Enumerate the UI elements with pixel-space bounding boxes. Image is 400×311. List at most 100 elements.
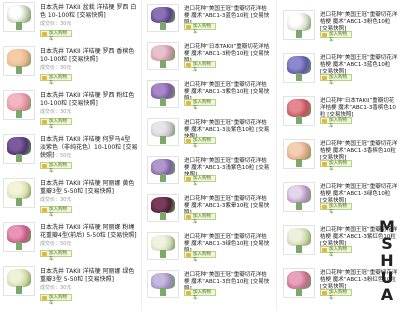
add-to-cart-button[interactable]: 加入购物车 bbox=[320, 289, 352, 301]
product-thumbnail[interactable] bbox=[283, 10, 315, 40]
product-title-link[interactable]: 日本洗井 TAKII 洋桔梗 阿丽娜 粉绳花重瓣4型(前后) 5-50粒 [交易… bbox=[40, 224, 138, 240]
cart-icon bbox=[322, 291, 327, 295]
product-thumbnail[interactable] bbox=[283, 268, 315, 298]
add-to-cart-button[interactable]: 加入购物车 bbox=[40, 30, 72, 42]
add-to-cart-button[interactable]: 加入购物车 bbox=[40, 294, 72, 306]
product-thumbnail[interactable] bbox=[283, 182, 315, 212]
product-thumbnail[interactable] bbox=[147, 42, 179, 70]
add-to-cart-label: 加入购物车 bbox=[49, 251, 67, 262]
product-thumbnail[interactable] bbox=[283, 139, 315, 169]
add-to-cart-label: 加入购物车 bbox=[329, 247, 347, 258]
add-to-cart-button[interactable]: 加入购物车 bbox=[40, 206, 72, 218]
product-thumbnail[interactable] bbox=[283, 53, 315, 83]
cart-icon bbox=[186, 63, 191, 67]
add-to-cart-label: 加入购物车 bbox=[193, 252, 211, 263]
add-to-cart-button[interactable]: 加入购物车 bbox=[320, 160, 352, 172]
flower-image bbox=[7, 93, 31, 111]
product-title-link[interactable]: 日本洗井 TAKII 洋桔梗 阿丽娜 绿色重瓣3型 5-50粒 [交易快照] bbox=[40, 268, 138, 284]
add-to-cart-label: 加入购物车 bbox=[329, 32, 347, 43]
product-thumbnail[interactable] bbox=[147, 194, 179, 222]
stem bbox=[160, 98, 166, 106]
product-price: 成交价：50元 bbox=[40, 241, 72, 247]
add-to-cart-button[interactable]: 加入购物车 bbox=[184, 251, 216, 263]
product-title-link[interactable]: 进口花种“美国王冠”重瓣切花洋桔梗 魔术“ABC1-3粉色10粒 [交易快照] bbox=[320, 12, 398, 33]
product-title-link[interactable]: 日本洗井 TAKII 洋桔梗 罗西 粉红色 10-100粒 [交易快照] bbox=[40, 92, 138, 108]
product-thumbnail[interactable] bbox=[3, 90, 35, 120]
flower-image bbox=[151, 45, 175, 61]
flower-image bbox=[151, 121, 175, 137]
product-thumbnail[interactable] bbox=[147, 270, 179, 298]
add-to-cart-button[interactable]: 加入购物车 bbox=[320, 246, 352, 258]
cart-icon bbox=[322, 248, 327, 252]
flower-image bbox=[287, 228, 311, 246]
stem bbox=[160, 212, 166, 220]
add-to-cart-button[interactable]: 加入购物车 bbox=[184, 137, 216, 149]
cart-icon bbox=[42, 296, 47, 300]
product-thumbnail[interactable] bbox=[3, 2, 35, 32]
product-item: 进口花种“美国王冠”重瓣切花洋桔梗 魔术“ABC1-3白色10粒 [交易快照]加… bbox=[144, 268, 272, 304]
add-to-cart-button[interactable]: 加入购物车 bbox=[184, 61, 216, 73]
add-to-cart-label: 加入购物车 bbox=[193, 214, 211, 225]
add-to-cart-button[interactable]: 加入购物车 bbox=[40, 74, 72, 86]
product-thumbnail[interactable] bbox=[3, 134, 35, 164]
product-title-link[interactable]: 进口花种“美国王冠”重瓣切花洋桔梗 魔术“ABC1-3香槟色10粒 [交易快照] bbox=[320, 141, 398, 162]
product-thumbnail[interactable] bbox=[147, 118, 179, 146]
product-title-link[interactable]: 日本洗井 TAKII 洋桔梗 罗西 香槟色 10-100粒 [交易快照] bbox=[40, 48, 138, 64]
add-to-cart-label: 加入购物车 bbox=[49, 207, 67, 218]
product-thumbnail[interactable] bbox=[3, 178, 35, 208]
cart-icon bbox=[322, 76, 327, 80]
product-title-link[interactable]: 进口花种“日本TAKII”重瓣切花洋桔梗 魔术“ABC1-3香槟色10粒 [交易… bbox=[320, 98, 398, 119]
cart-icon bbox=[322, 33, 327, 37]
product-title-link[interactable]: 进口花种“美国王冠”重瓣切花洋桔梗 魔术“ABC1-3绿色10粒 [交易快照] bbox=[320, 184, 398, 205]
product-item: 进口花种“美国王冠”重瓣切花洋桔梗 魔术“ABC1-3粉色10粒 [交易快照] 加… bbox=[280, 8, 400, 49]
flower-image bbox=[7, 137, 31, 155]
add-to-cart-button[interactable]: 加入购物车 bbox=[184, 213, 216, 225]
watermark-letter: H bbox=[380, 251, 394, 270]
product-item: 日本洗井 TAKII 洋桔梗 罗西 粉红色 10-100粒 [交易快照] 成交价：… bbox=[0, 88, 140, 130]
product-thumbnail[interactable] bbox=[147, 156, 179, 184]
add-to-cart-label: 加入购物车 bbox=[329, 290, 347, 301]
stem bbox=[16, 242, 22, 250]
add-to-cart-button[interactable]: 加入购物车 bbox=[184, 175, 216, 187]
product-thumbnail[interactable] bbox=[3, 222, 35, 252]
product-title-link[interactable]: 进口花种“美国王冠”重瓣切花洋桔梗 魔术“ABC1-3蓝色10粒 [交易快照] bbox=[320, 55, 398, 76]
add-to-cart-button[interactable]: 加入购物车 bbox=[40, 250, 72, 262]
flower-image bbox=[151, 197, 175, 213]
add-to-cart-label: 加入购物车 bbox=[193, 138, 211, 149]
stem bbox=[16, 286, 22, 294]
flower-image bbox=[151, 7, 175, 23]
add-to-cart-button[interactable]: 加入购物车 bbox=[320, 74, 352, 86]
add-to-cart-button[interactable]: 加入购物车 bbox=[320, 117, 352, 129]
product-thumbnail[interactable] bbox=[3, 266, 35, 296]
product-thumbnail[interactable] bbox=[147, 80, 179, 108]
product-thumbnail[interactable] bbox=[147, 4, 179, 32]
product-thumbnail[interactable] bbox=[283, 225, 315, 255]
product-item: 日本洗井 TAKII 盆栽 洋桔梗 罗西 白色 10-100粒 [交易快照] 成交… bbox=[0, 0, 140, 42]
product-price: 成交价：30元 bbox=[40, 109, 72, 115]
add-to-cart-label: 加入购物车 bbox=[193, 100, 211, 111]
product-item: 进口花种“日本TAKII”重瓣切花洋桔梗 魔术“ABC1-3粉色10粒 [交易快… bbox=[144, 40, 272, 76]
product-price: 成交价：30元 bbox=[40, 21, 72, 27]
cart-icon bbox=[42, 252, 47, 256]
add-to-cart-button[interactable]: 加入购物车 bbox=[320, 203, 352, 215]
product-item: 日本洗井 TAKII 洋桔梗 阿丽娜 粉绳花重瓣4型(前后) 5-50粒 [交易… bbox=[0, 220, 140, 262]
add-to-cart-button[interactable]: 加入购物车 bbox=[184, 99, 216, 111]
product-thumbnail[interactable] bbox=[3, 46, 35, 76]
add-to-cart-button[interactable]: 加入购物车 bbox=[40, 118, 72, 130]
cart-icon bbox=[42, 164, 47, 168]
add-to-cart-label: 加入购物车 bbox=[329, 161, 347, 172]
product-thumbnail[interactable] bbox=[147, 232, 179, 260]
stem bbox=[160, 60, 166, 68]
product-title-link[interactable]: 日本洗井 TAKII 洋桔梗 阿丽娜 黄色重瓣3型 5-50粒 [交易快照] bbox=[40, 180, 138, 196]
stem bbox=[16, 110, 22, 118]
stem bbox=[296, 288, 302, 296]
add-to-cart-button[interactable]: 加入购物车 bbox=[184, 289, 216, 301]
flower-image bbox=[151, 159, 175, 175]
stem bbox=[296, 30, 302, 38]
product-title-link[interactable]: 日本洗井 TAKII 盆栽 洋桔梗 罗西 白色 10-100粒 [交易快照] bbox=[40, 4, 138, 20]
add-to-cart-button[interactable]: 加入购物车 bbox=[40, 162, 72, 174]
add-to-cart-button[interactable]: 加入购物车 bbox=[184, 23, 216, 35]
product-thumbnail[interactable] bbox=[283, 96, 315, 126]
add-to-cart-button[interactable]: 加入购物车 bbox=[320, 31, 352, 43]
add-to-cart-label: 加入购物车 bbox=[193, 62, 211, 73]
